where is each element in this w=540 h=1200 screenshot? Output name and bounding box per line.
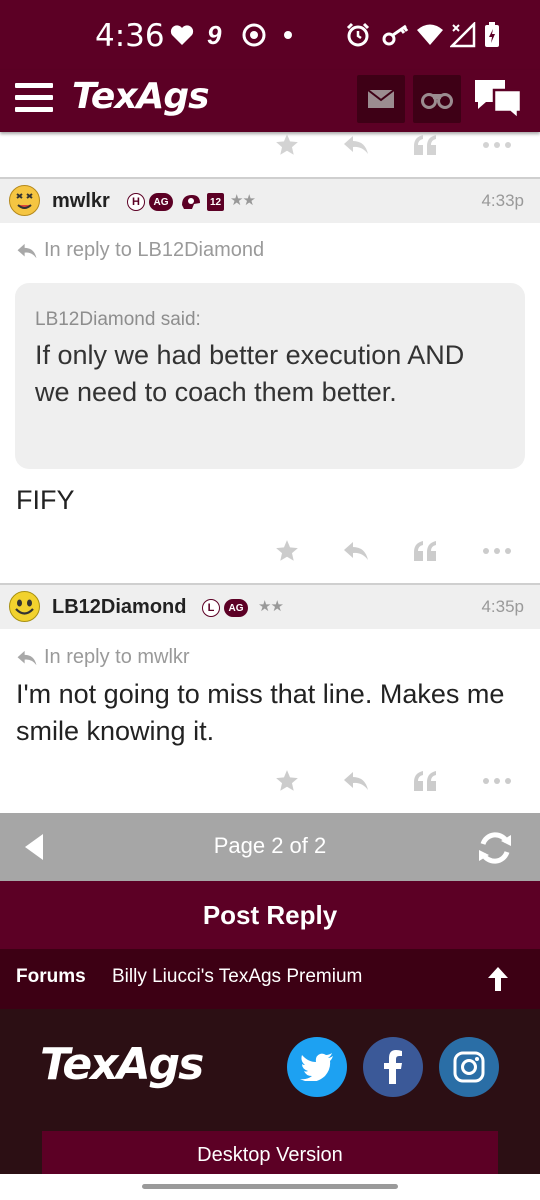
rating-stars: ★★: [230, 192, 256, 209]
reply-to-text: In reply to LB12Diamond: [44, 239, 265, 261]
post-time: 4:35p: [481, 597, 524, 616]
quote-author: LB12Diamond said:: [35, 309, 201, 330]
more-icon[interactable]: [482, 536, 512, 566]
reply-icon[interactable]: [341, 536, 371, 566]
chat-bubbles-icon: [475, 80, 523, 122]
reply-icon[interactable]: [341, 130, 371, 160]
badge-ag: AG: [224, 599, 248, 617]
footer-logo[interactable]: TexAgs: [40, 1039, 204, 1090]
post-header: mwlkr H AG 12 ★★ 4:33p: [0, 177, 540, 223]
gesture-bar: [0, 1174, 540, 1200]
menu-icon[interactable]: [15, 83, 53, 113]
username[interactable]: mwlkr: [52, 190, 110, 213]
star-icon[interactable]: [272, 130, 302, 160]
quote-icon[interactable]: [410, 130, 440, 160]
star-icon[interactable]: [272, 766, 302, 796]
quote-icon[interactable]: [410, 766, 440, 796]
refresh-icon[interactable]: [475, 828, 515, 868]
status-bar: 4:36 9: [0, 0, 540, 70]
twitter-icon[interactable]: [287, 1037, 347, 1097]
alarm-icon: [345, 22, 371, 48]
status-time: 4:36: [95, 18, 165, 54]
heart-icon: [170, 22, 194, 48]
quote-icon[interactable]: [410, 536, 440, 566]
texags-logo[interactable]: TexAgs: [72, 76, 210, 117]
reply-to-link[interactable]: In reply to LB12Diamond: [16, 239, 264, 262]
home-gesture-pill[interactable]: [142, 1184, 398, 1189]
wifi-icon: [416, 22, 444, 48]
instagram-icon[interactable]: [439, 1037, 499, 1097]
quote-text: If only we had better execution AND we n…: [35, 340, 465, 407]
avatar[interactable]: [8, 590, 41, 623]
avatar[interactable]: [8, 184, 41, 217]
battery-icon: [484, 22, 500, 48]
chat-button[interactable]: [472, 76, 524, 122]
messages-button[interactable]: [357, 75, 405, 123]
breadcrumb-current[interactable]: Billy Liucci's TexAgs Premium: [112, 966, 362, 988]
star-icon[interactable]: [272, 536, 302, 566]
arrow-up-icon[interactable]: [486, 965, 510, 993]
watchlist-button[interactable]: [413, 75, 461, 123]
post-body: FIFY: [16, 485, 75, 515]
nine-app-icon: 9: [207, 19, 222, 50]
post-actions: [0, 530, 540, 570]
quote-block: LB12Diamond said: If only we had better …: [15, 283, 525, 469]
footer: TexAgs Desktop Version: [0, 1009, 540, 1174]
breadcrumb: Forums Billy Liucci's TexAgs Premium: [0, 949, 540, 1009]
post-header: LB12Diamond L AG ★★ 4:35p: [0, 583, 540, 629]
more-icon[interactable]: [482, 130, 512, 160]
post-time: 4:33p: [481, 191, 524, 210]
chrome-icon: [242, 22, 266, 48]
reply-arrow-icon: [17, 650, 37, 665]
username[interactable]: LB12Diamond: [52, 596, 186, 619]
reply-icon[interactable]: [341, 766, 371, 796]
page-indicator: Page 2 of 2: [213, 833, 327, 858]
rating-stars: ★★: [258, 598, 284, 615]
breadcrumb-forums[interactable]: Forums: [16, 966, 86, 988]
more-icon[interactable]: [482, 766, 512, 796]
vpn-key-icon: [382, 22, 410, 48]
app-header: TexAgs: [0, 70, 540, 132]
reply-arrow-icon: [17, 243, 37, 258]
desktop-version-button[interactable]: Desktop Version: [42, 1131, 498, 1174]
signal-icon: [450, 22, 476, 48]
post-reply-button[interactable]: Post Reply: [0, 881, 540, 949]
reply-to-text: In reply to mwlkr: [44, 646, 190, 668]
badge-h: H: [127, 193, 145, 211]
post-body: I'm not going to miss that line. Makes m…: [16, 679, 505, 746]
pager: Page 2 of 2: [0, 813, 540, 881]
post-actions: [0, 760, 540, 800]
badge-ag: AG: [149, 193, 173, 211]
binoculars-icon: [421, 93, 453, 109]
badge-l: L: [202, 599, 220, 617]
badge-12: 12: [207, 193, 224, 211]
envelope-icon: [367, 89, 395, 108]
reply-to-link[interactable]: In reply to mwlkr: [16, 646, 190, 669]
post-actions-previous: [0, 124, 540, 164]
helmet-badge-icon: [180, 193, 202, 211]
notification-dot-icon: [283, 22, 293, 48]
facebook-icon[interactable]: [363, 1037, 423, 1097]
